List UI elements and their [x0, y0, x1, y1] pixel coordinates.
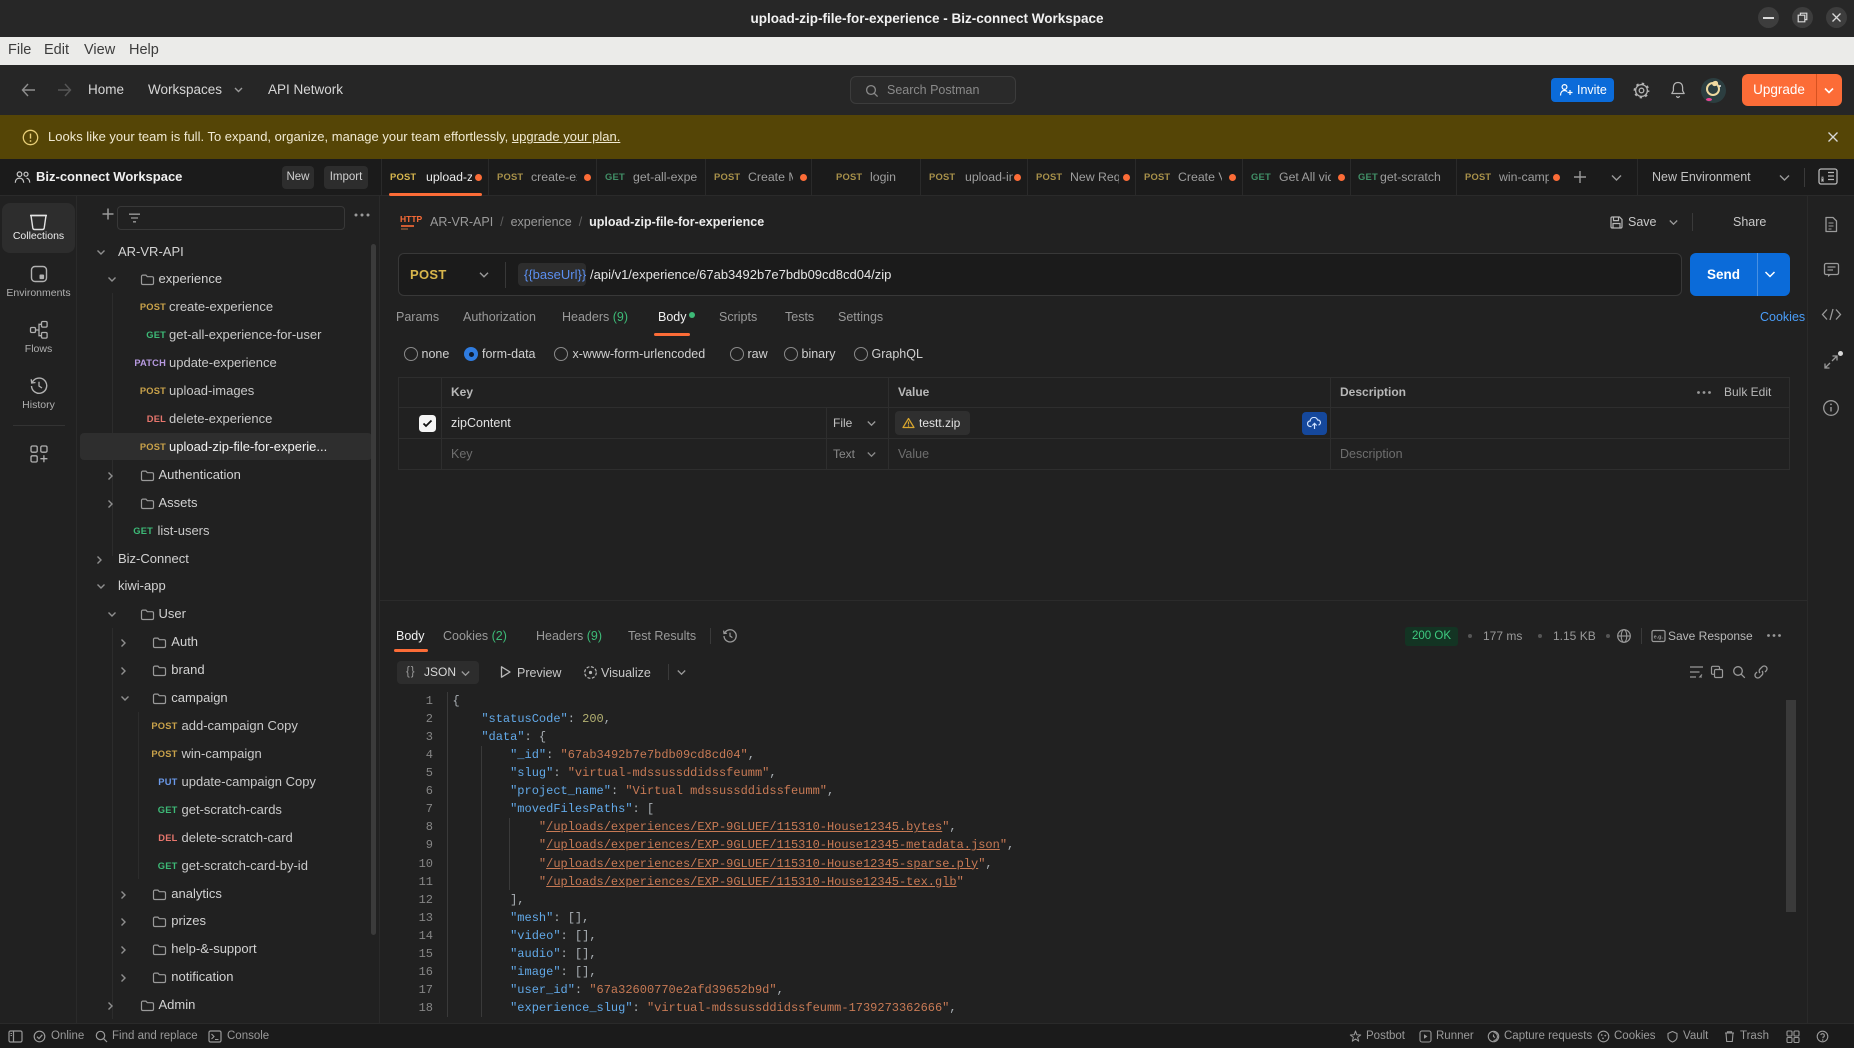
svg-text:HTTP: HTTP [400, 214, 422, 224]
svg-text:e.g.: e.g. [1654, 634, 1664, 640]
